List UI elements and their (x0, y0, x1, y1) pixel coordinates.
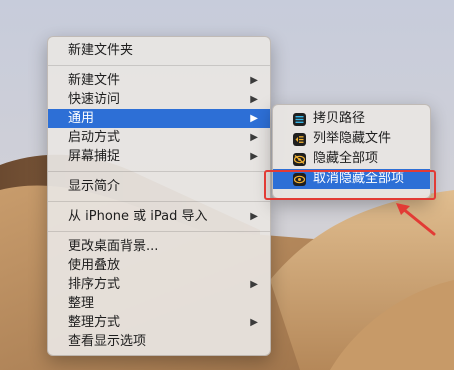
menu-item-general[interactable]: 通用 ▶ (48, 109, 270, 128)
menu-item-new-folder[interactable]: 新建文件夹 (48, 41, 270, 60)
hide-all-icon (293, 153, 306, 166)
menu-item-clean-up[interactable]: 整理 (48, 294, 270, 313)
annotation-arrow-icon (396, 203, 436, 236)
menu-separator (48, 231, 270, 232)
menu-item-get-info[interactable]: 显示简介 (48, 177, 270, 196)
menu-item-screen-capture[interactable]: 屏幕捕捉 ▶ (48, 147, 270, 166)
submenu-item-hide-all[interactable]: 隐藏全部项 (273, 149, 430, 169)
menu-separator (48, 171, 270, 172)
submenu-arrow-icon: ▶ (250, 113, 258, 124)
submenu-arrow-icon: ▶ (250, 94, 258, 105)
submenu-arrow-icon: ▶ (250, 75, 258, 86)
submenu-arrow-icon: ▶ (250, 279, 258, 290)
context-menu: 新建文件夹 新建文件 ▶ 快速访问 ▶ 通用 ▶ 启动方式 ▶ 屏幕捕捉 ▶ 显… (47, 36, 271, 356)
submenu-arrow-icon: ▶ (250, 317, 258, 328)
submenu-item-copy-path[interactable]: 拷贝路径 (273, 109, 430, 129)
copy-path-icon (293, 113, 306, 126)
menu-item-import-from-iphone[interactable]: 从 iPhone 或 iPad 导入 ▶ (48, 207, 270, 226)
menu-item-sort-by[interactable]: 排序方式 ▶ (48, 275, 270, 294)
menu-item-open-with[interactable]: 启动方式 ▶ (48, 128, 270, 147)
menu-item-new-file[interactable]: 新建文件 ▶ (48, 71, 270, 90)
submenu-arrow-icon: ▶ (250, 132, 258, 143)
menu-separator (48, 65, 270, 66)
annotation-highlight-box (264, 170, 436, 200)
submenu-arrow-icon: ▶ (250, 211, 258, 222)
submenu-item-list-hidden-files[interactable]: 列举隐藏文件 (273, 129, 430, 149)
menu-item-quick-access[interactable]: 快速访问 ▶ (48, 90, 270, 109)
menu-item-show-view-options[interactable]: 查看显示选项 (48, 332, 270, 351)
menu-separator (48, 201, 270, 202)
menu-item-use-stacks[interactable]: 使用叠放 (48, 256, 270, 275)
menu-item-clean-up-by[interactable]: 整理方式 ▶ (48, 313, 270, 332)
menu-item-change-desktop-background[interactable]: 更改桌面背景... (48, 237, 270, 256)
list-hidden-icon (293, 133, 306, 146)
submenu-arrow-icon: ▶ (250, 151, 258, 162)
